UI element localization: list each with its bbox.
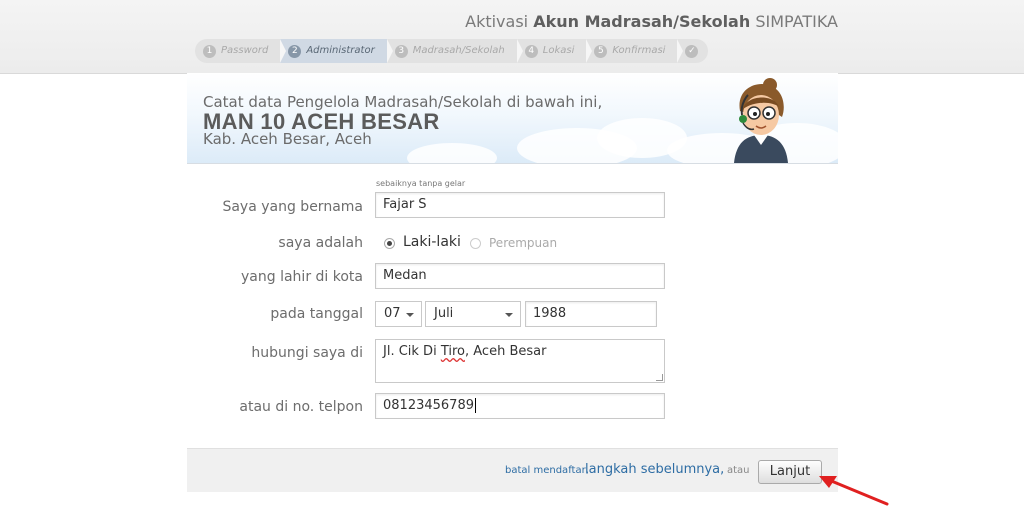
birth-month-select[interactable]: Juli: [425, 301, 521, 327]
cancel-registration-link[interactable]: batal mendaftar,: [505, 465, 589, 476]
birth-city-label: yang lahir di kota: [241, 269, 363, 285]
pointer-arrow-icon: [819, 476, 889, 506]
name-hint: sebaiknya tanpa gelar: [376, 179, 466, 188]
step-label: Administrator: [306, 45, 375, 56]
intro-banner: Catat data Pengelola Madrasah/Sekolah di…: [187, 73, 838, 164]
step-administrator[interactable]: 2 Administrator: [280, 39, 393, 63]
wizard-steps: 1 Password 2 Administrator 3 Madrasah/Se…: [195, 39, 709, 63]
address-text-misspelled: Tiro: [440, 344, 465, 359]
birth-month-value: Juli: [434, 306, 454, 321]
phone-input[interactable]: 08123456789: [375, 393, 665, 419]
step-lokasi: 4 Lokasi: [516, 39, 593, 63]
phone-value: 08123456789: [383, 398, 474, 413]
chevron-down-icon: [406, 313, 414, 317]
next-button[interactable]: Lanjut: [758, 460, 822, 484]
gender-male-radio[interactable]: [384, 238, 395, 249]
chevron-down-icon: [505, 313, 513, 317]
step-number: 4: [524, 44, 538, 58]
step-label: Lokasi: [542, 45, 575, 56]
step-number: 2: [288, 44, 302, 58]
gender-female-radio[interactable]: [470, 238, 481, 249]
step-number: 3: [394, 44, 408, 58]
name-label: Saya yang bernama: [222, 199, 363, 215]
resize-handle-icon[interactable]: [656, 374, 663, 381]
app-title-prefix: Aktivasi: [465, 12, 529, 31]
birth-city-input[interactable]: Medan: [375, 263, 665, 289]
gender-male-label[interactable]: Laki-laki: [403, 234, 461, 250]
birth-day-value: 07: [384, 306, 401, 321]
app-title-bold: Akun Madrasah/Sekolah: [533, 12, 751, 31]
step-label: Konfirmasi: [612, 45, 666, 56]
step-madrasah-sekolah: 3 Madrasah/Sekolah: [386, 39, 523, 63]
address-label: hubungi saya di: [251, 345, 363, 361]
app-title-suffix: SIMPATIKA: [755, 12, 838, 31]
or-text: atau: [727, 465, 750, 476]
birth-date-label: pada tanggal: [270, 306, 363, 322]
gender-female-label[interactable]: Perempuan: [489, 236, 557, 250]
address-textarea[interactable]: Jl. Cik Di Tiro, Aceh Besar: [375, 339, 665, 383]
step-number: 5: [594, 44, 608, 58]
address-text-2: , Aceh Besar: [465, 344, 547, 359]
step-password[interactable]: 1 Password: [195, 39, 287, 63]
check-icon: ✓: [685, 44, 699, 58]
text-cursor: [474, 398, 476, 413]
app-title: Aktivasi Akun Madrasah/Sekolah SIMPATIKA: [465, 12, 838, 31]
school-region: Kab. Aceh Besar, Aceh: [203, 130, 372, 148]
phone-label: atau di no. telpon: [239, 399, 363, 415]
previous-step-link[interactable]: langkah sebelumnya,: [585, 462, 724, 477]
address-text-1: Jl. Cik Di: [383, 344, 441, 359]
step-number: 1: [203, 44, 216, 58]
header-bar: Aktivasi Akun Madrasah/Sekolah SIMPATIKA…: [0, 0, 1024, 74]
birth-year-input[interactable]: 1988: [525, 301, 657, 327]
operator-mascot-icon: [734, 78, 788, 163]
step-label: Madrasah/Sekolah: [412, 45, 505, 56]
name-input[interactable]: Fajar S: [375, 192, 665, 218]
step-label: Password: [221, 45, 269, 56]
gender-label: saya adalah: [278, 235, 363, 251]
step-konfirmasi: 5 Konfirmasi: [586, 39, 684, 63]
birth-day-select[interactable]: 07: [375, 301, 422, 327]
